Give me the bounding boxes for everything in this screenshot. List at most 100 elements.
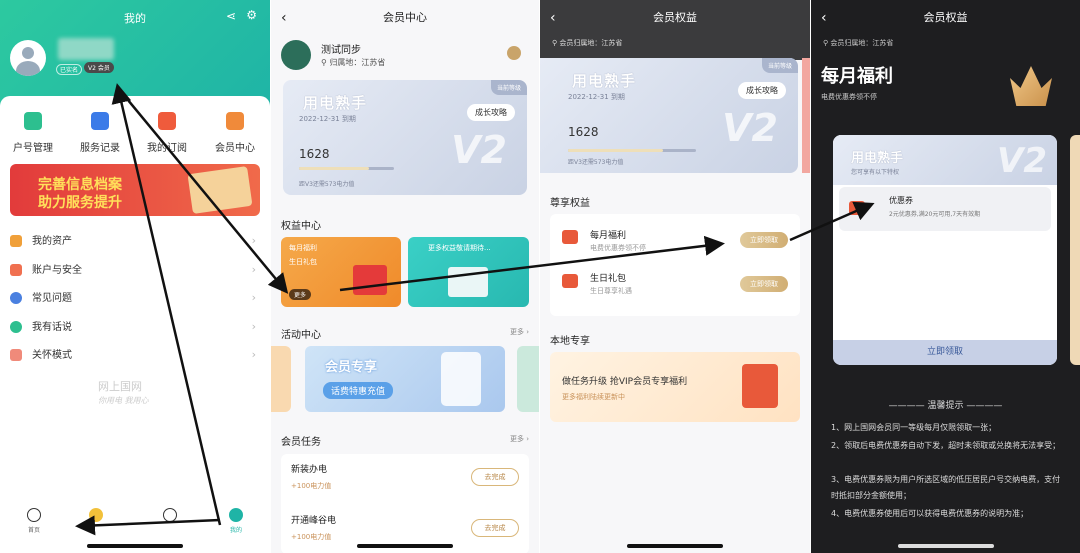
benefit-teaser-card: 更多权益敬请期待...	[408, 237, 529, 307]
task-complete-button[interactable]: 去完成	[471, 519, 519, 537]
claim-button[interactable]: 立即领取	[740, 276, 788, 292]
v2-mark: V2	[722, 106, 778, 150]
chat-icon	[10, 321, 22, 333]
chevron-right-icon: ›	[251, 234, 256, 247]
info-banner[interactable]: 完善信息档案 助力服务提升	[10, 164, 260, 216]
current-level-tag: 当前等级	[490, 80, 527, 95]
chevron-right-icon: ›	[251, 320, 256, 333]
growth-guide-button[interactable]: 成长攻略	[467, 104, 515, 121]
exclusive-section-title: 尊享权益	[550, 198, 590, 209]
chevron-right-icon: ›	[251, 291, 256, 304]
wallet-icon	[10, 235, 22, 247]
service-account[interactable]: 户号管理	[4, 112, 62, 154]
benefit-teaser-text: 更多权益敬请期待...	[428, 244, 491, 252]
mall-icon	[89, 508, 103, 522]
task-more-link[interactable]: 更多 ›	[510, 434, 529, 444]
level-progress	[299, 167, 394, 170]
tab-home[interactable]: 首页	[14, 508, 54, 534]
claim-button[interactable]: 立即领取	[740, 232, 788, 248]
right-item: 每月福利 电费优惠券领不停 立即领取	[550, 222, 800, 262]
share-icon[interactable]: ⋖	[226, 9, 236, 23]
divider	[810, 0, 811, 553]
vip-brand: 用电熟手	[303, 94, 368, 112]
back-icon[interactable]: ‹	[821, 0, 827, 36]
hero-title: 每月福利	[821, 66, 893, 87]
coupon-icon	[562, 230, 578, 244]
right-name: 生日礼包	[590, 274, 627, 284]
divider	[270, 0, 271, 553]
back-icon[interactable]: ‹	[550, 0, 556, 36]
banner-line-1: 完善信息档案	[38, 177, 122, 193]
vip-points: 1628	[568, 125, 599, 139]
tab-bar: 首页 我的	[0, 500, 270, 540]
activity-more-link[interactable]: 更多 ›	[510, 327, 529, 337]
v2-mark: V2	[997, 141, 1047, 181]
task-complete-button[interactable]: 去完成	[471, 468, 519, 486]
vip-card[interactable]: 用电熟手 2022-12-31 到期 当前等级 成长攻略 1628 距V3还需5…	[540, 58, 798, 173]
claim-button[interactable]: 立即领取	[833, 340, 1057, 365]
benefit-more-button[interactable]: 更多	[289, 289, 312, 300]
region-label: ⚲ 会员归属地：江苏省	[552, 39, 623, 47]
coupon-desc: 2元优惠券,满20元可用,7天有效期	[889, 211, 981, 218]
promo-banner[interactable]: 会员专享 话费特惠充值	[305, 346, 505, 412]
hero-subtitle: 电费优惠券领不停	[821, 93, 877, 101]
coupon-row[interactable]: 优惠券 2元优惠券,满20元可用,7天有效期	[839, 187, 1051, 231]
carousel-next-card[interactable]	[517, 346, 539, 412]
activity-section-title: 活动中心	[281, 330, 321, 341]
page-title: ‹ 会员权益	[811, 0, 1080, 36]
back-icon[interactable]: ‹	[281, 0, 287, 36]
watermark-logo: 网上国网	[98, 380, 142, 393]
tips-title: ———— 温馨提示 ————	[888, 401, 1003, 411]
service-member-center[interactable]: 会员中心	[206, 112, 264, 154]
service-records[interactable]: 服务记录	[71, 112, 129, 154]
page-title: ‹ 会员权益	[540, 0, 810, 60]
vip-expiry: 2022-12-31 到期	[568, 93, 625, 101]
menu-care-mode[interactable]: 关怀模式 ›	[10, 346, 260, 366]
home-indicator	[357, 544, 453, 548]
current-level-tag: 当前等级	[761, 58, 798, 73]
tip-2: 2、领取后电费优惠券自动下发，超时未领取或兑换将无法享受；	[831, 441, 1061, 450]
v2-mark: V2	[451, 128, 507, 172]
page-title: ‹ 会员中心	[271, 0, 539, 36]
masked-username	[58, 38, 114, 60]
menu-faq[interactable]: 常见问题 ›	[10, 289, 260, 309]
vip-card[interactable]: 用电熟手 2022-12-31 到期 当前等级 成长攻略 1628 距V3还需5…	[283, 80, 527, 195]
carousel-prev-card[interactable]	[271, 346, 291, 412]
region-label: ⚲ 会员归属地：江苏省	[823, 39, 894, 47]
promo-title: 会员专享	[325, 360, 378, 375]
tab-discover[interactable]	[150, 508, 190, 525]
task-section-title: 会员任务	[281, 437, 321, 448]
benefit-item: 每月福利	[289, 244, 317, 252]
card-subtitle: 您可享有以下特权	[851, 169, 900, 176]
chevron-right-icon: ›	[251, 348, 256, 361]
next-level-text: 距V3还需573电力值	[568, 159, 624, 166]
promo-subtitle: 话费特惠充值	[323, 382, 394, 399]
menu-feedback[interactable]: 我有话说 ›	[10, 318, 260, 338]
user-icon[interactable]	[507, 46, 521, 60]
local-banner[interactable]: 做任务升级 抢VIP会员专享福利 更多福利陆续更新中	[550, 352, 800, 422]
question-icon	[10, 292, 22, 304]
benefit-card[interactable]: 每月福利 生日礼包 更多	[281, 237, 401, 307]
user-icon	[229, 508, 243, 522]
tip-1: 1、网上国网会员同一等级每月仅限领取一张；	[831, 423, 997, 432]
menu-assets[interactable]: 我的资产 ›	[10, 232, 260, 252]
shield-icon	[10, 264, 22, 276]
coupon-name: 优惠券	[889, 196, 913, 205]
tab-mall[interactable]	[76, 508, 116, 525]
task-item: 开通峰谷电 +100电力值 去完成	[281, 513, 529, 542]
box-image	[448, 267, 488, 297]
region-label: ⚲ 归属地：江苏省	[321, 58, 386, 67]
settings-icon[interactable]: ⚙	[246, 8, 257, 22]
growth-guide-button[interactable]: 成长攻略	[738, 82, 786, 99]
red-envelope-image	[742, 364, 778, 408]
member-rights-screen: ‹ 会员权益 ⚲ 会员归属地：江苏省 用电熟手 2022-12-31 到期 当前等…	[540, 0, 810, 553]
avatar[interactable]	[281, 40, 311, 70]
gift-icon	[562, 274, 578, 288]
avatar[interactable]	[10, 40, 46, 76]
membership-badge[interactable]: V2 会员	[84, 62, 114, 73]
menu-security[interactable]: 账户与安全 ›	[10, 261, 260, 281]
tab-mine[interactable]: 我的	[216, 508, 256, 534]
home-indicator	[627, 544, 723, 548]
compass-icon	[163, 508, 177, 522]
service-subscriptions[interactable]: 我的订阅	[138, 112, 196, 154]
